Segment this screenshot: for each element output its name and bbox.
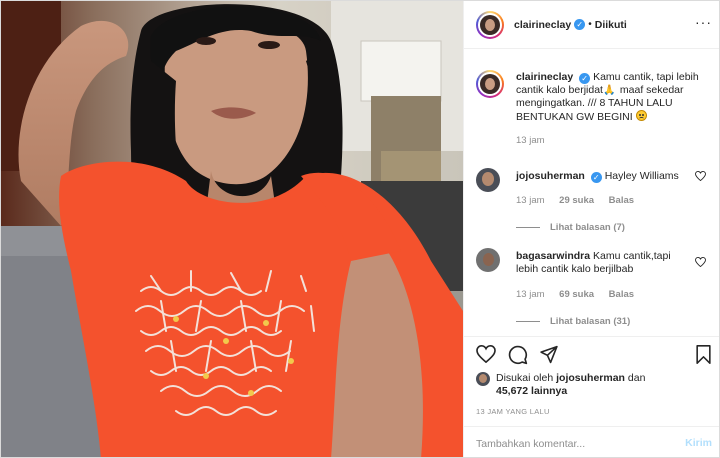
prayer-emoji-icon: 🙏 bbox=[602, 85, 616, 96]
add-comment-bar: Kirim bbox=[464, 426, 719, 457]
sad-emoji-icon bbox=[635, 110, 647, 121]
heart-icon[interactable] bbox=[476, 345, 496, 363]
bookmark-icon[interactable] bbox=[695, 345, 712, 364]
verified-badge-icon: ✓ bbox=[590, 172, 602, 183]
verified-badge-icon: ✓ bbox=[574, 19, 586, 30]
comments-list[interactable]: clairineclay ✓ Kamu cantik, tapi lebih c… bbox=[464, 50, 719, 335]
comment-input[interactable] bbox=[476, 435, 666, 452]
comment-meta: 13 jam 69 suka Balas bbox=[516, 289, 646, 300]
liker-avatar[interactable] bbox=[476, 372, 490, 386]
selfie-illustration bbox=[1, 1, 463, 457]
likes-count[interactable]: 45,672 bbox=[496, 385, 528, 397]
likes-line-2[interactable]: 45,672 lainnya bbox=[496, 385, 567, 398]
more-options-icon[interactable]: ··· bbox=[695, 15, 712, 29]
post-timestamp[interactable]: 13 JAM YANG LALU bbox=[476, 407, 550, 416]
comment-heart-icon[interactable] bbox=[695, 257, 706, 267]
replies-line bbox=[516, 227, 540, 228]
comment-body: Hayley Williams bbox=[604, 170, 679, 182]
instagram-post-window: clairineclay ✓ • Diikuti ··· clairinecla… bbox=[0, 0, 720, 458]
post-photo[interactable] bbox=[1, 1, 463, 457]
comment-meta: 13 jam 29 suka Balas bbox=[516, 195, 646, 206]
commenter-username[interactable]: jojosuherman bbox=[516, 170, 585, 182]
follow-button[interactable]: Diikuti bbox=[595, 19, 627, 31]
view-replies[interactable]: Lihat balasan (31) bbox=[516, 316, 630, 327]
comment-heart-icon[interactable] bbox=[695, 171, 706, 181]
comment-text: jojosuherman ✓ Hayley Williams bbox=[516, 170, 692, 183]
reply-button[interactable]: Balas bbox=[609, 289, 634, 300]
separator-dot: • bbox=[588, 19, 592, 30]
likes-suffix[interactable]: lainnya bbox=[531, 385, 567, 397]
share-icon[interactable] bbox=[539, 345, 559, 364]
post-side-panel: clairineclay ✓ • Diikuti ··· clairinecla… bbox=[463, 1, 719, 457]
commenter-username[interactable]: bagasarwindra bbox=[516, 250, 590, 262]
action-icons-row bbox=[476, 345, 712, 367]
author-avatar[interactable] bbox=[476, 10, 504, 39]
comment-time: 13 jam bbox=[516, 289, 545, 300]
caption-username[interactable]: clairineclay bbox=[516, 71, 573, 83]
comment-likes[interactable]: 69 suka bbox=[559, 289, 594, 300]
post-actions: Disukai oleh jojosuherman dan 45,672 lai… bbox=[464, 336, 719, 426]
liker-username[interactable]: jojosuherman bbox=[556, 372, 625, 384]
post-comment-button[interactable]: Kirim bbox=[685, 437, 712, 449]
view-replies-label[interactable]: Lihat balasan (31) bbox=[550, 316, 630, 327]
caption-avatar[interactable] bbox=[476, 70, 504, 98]
caption-time: 13 jam bbox=[516, 135, 545, 146]
comment-likes[interactable]: 29 suka bbox=[559, 195, 594, 206]
likes-line-1: Disukai oleh jojosuherman dan bbox=[496, 372, 645, 385]
post-header: clairineclay ✓ • Diikuti ··· bbox=[464, 1, 719, 49]
likes-prefix: Disukai oleh bbox=[496, 372, 554, 384]
reply-button[interactable]: Balas bbox=[609, 195, 634, 206]
likes-connector: dan bbox=[627, 372, 646, 384]
commenter-avatar[interactable] bbox=[476, 168, 500, 192]
caption-text: clairineclay ✓ Kamu cantik, tapi lebih c… bbox=[516, 71, 706, 147]
comment-text: bagasarwindra Kamu cantik,tapi lebih can… bbox=[516, 250, 692, 276]
comment-icon[interactable] bbox=[508, 345, 528, 365]
view-replies-label[interactable]: Lihat balasan (7) bbox=[550, 222, 625, 233]
comment-time: 13 jam bbox=[516, 195, 545, 206]
verified-badge-icon: ✓ bbox=[579, 73, 591, 84]
replies-line bbox=[516, 321, 540, 322]
view-replies[interactable]: Lihat balasan (7) bbox=[516, 222, 625, 233]
commenter-avatar[interactable] bbox=[476, 248, 500, 272]
author-username[interactable]: clairineclay bbox=[514, 19, 571, 31]
